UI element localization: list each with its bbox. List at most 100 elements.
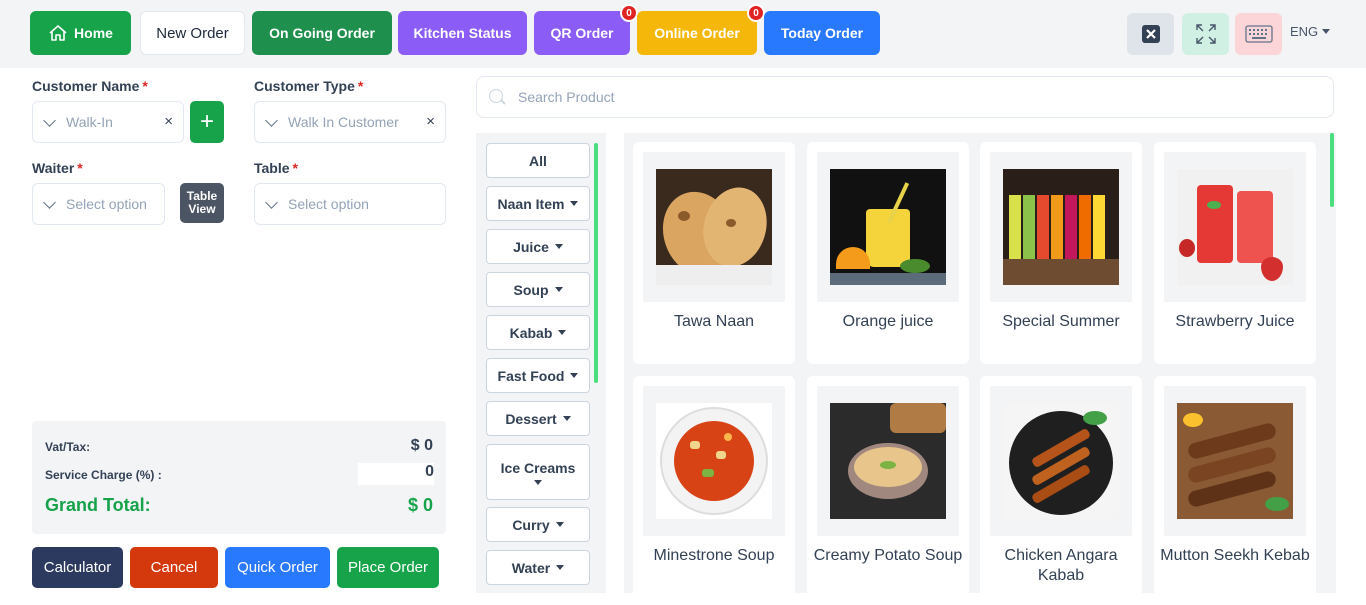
table-placeholder: Select option bbox=[288, 196, 369, 212]
qr-order-count-badge: 0 bbox=[620, 4, 638, 22]
today-order-label: Today Order bbox=[780, 25, 864, 41]
product-card-tawa-naan[interactable]: Tawa Naan bbox=[633, 142, 795, 364]
category-ice-creams[interactable]: Ice Creams bbox=[486, 444, 590, 500]
category-label: Dessert bbox=[505, 410, 557, 427]
grand-total-value: $ 0 bbox=[407, 495, 433, 515]
waiter-label: Waiter * bbox=[32, 160, 83, 176]
fullscreen-icon bbox=[1195, 24, 1216, 44]
chevron-down-icon bbox=[43, 113, 56, 127]
close-screen-button[interactable] bbox=[1127, 13, 1174, 55]
chevron-down-icon bbox=[558, 330, 567, 335]
close-icon bbox=[1141, 25, 1160, 43]
today-order-button[interactable]: Today Order bbox=[764, 11, 880, 55]
product-name: Chicken Angara Kabab bbox=[1004, 547, 1118, 584]
category-fast-food[interactable]: Fast Food bbox=[486, 358, 590, 393]
waiter-select[interactable]: Select option bbox=[32, 183, 165, 225]
table-view-label: Table View bbox=[187, 190, 217, 216]
clear-customer-type-icon[interactable]: × bbox=[426, 113, 435, 130]
service-charge-input[interactable]: 0 bbox=[358, 463, 434, 485]
product-card-orange-juice[interactable]: Orange juice bbox=[807, 142, 969, 364]
customer-name-select[interactable]: Walk-In × bbox=[32, 101, 184, 143]
product-name: Minestrone Soup bbox=[653, 547, 775, 564]
product-name: Creamy Potato Soup bbox=[813, 547, 963, 564]
keyboard-icon bbox=[1244, 25, 1273, 43]
product-card-special-summer[interactable]: Special Summer bbox=[980, 142, 1142, 364]
kitchen-status-label: Kitchen Status bbox=[413, 25, 512, 41]
quick-order-button[interactable]: Quick Order bbox=[225, 547, 330, 588]
product-name: Mutton Seekh Kebab bbox=[1160, 547, 1310, 564]
new-order-label: New Order bbox=[156, 24, 229, 42]
chevron-down-icon bbox=[556, 565, 565, 570]
place-order-button[interactable]: Place Order bbox=[337, 547, 439, 588]
cancel-button[interactable]: Cancel bbox=[130, 547, 218, 588]
mutton-seekh-kebab-image bbox=[1177, 403, 1293, 519]
required-mark: * bbox=[77, 160, 83, 176]
minestrone-soup-image bbox=[656, 403, 772, 519]
required-mark: * bbox=[142, 78, 148, 94]
ongoing-order-label: On Going Order bbox=[269, 25, 375, 41]
tawa-naan-image bbox=[656, 169, 772, 285]
ongoing-order-button[interactable]: On Going Order bbox=[252, 11, 392, 55]
waiter-placeholder: Select option bbox=[66, 196, 147, 212]
home-button[interactable]: Home bbox=[30, 11, 131, 55]
category-label: Ice Creams bbox=[500, 459, 576, 476]
orange-juice-image bbox=[830, 169, 946, 285]
creamy-potato-soup-image bbox=[830, 403, 946, 519]
category-water[interactable]: Water bbox=[486, 550, 590, 585]
customer-type-select[interactable]: Walk In Customer × bbox=[254, 101, 446, 143]
table-view-line1: Table bbox=[186, 189, 218, 203]
table-label: Table * bbox=[254, 160, 298, 176]
language-label: ENG bbox=[1290, 24, 1319, 39]
keyboard-button[interactable] bbox=[1235, 13, 1282, 55]
add-customer-button[interactable]: + bbox=[190, 101, 224, 143]
table-view-button[interactable]: Table View bbox=[180, 183, 224, 223]
category-label: Soup bbox=[513, 281, 549, 298]
new-order-button[interactable]: New Order bbox=[140, 11, 245, 55]
chevron-down-icon bbox=[554, 287, 563, 292]
search-product-input[interactable]: Search Product bbox=[476, 76, 1334, 118]
required-mark: * bbox=[357, 78, 364, 94]
customer-name-label: Customer Name * bbox=[32, 78, 148, 94]
category-naan-item[interactable]: Naan Item bbox=[486, 186, 590, 221]
category-label: Naan Item bbox=[497, 195, 565, 212]
category-scrollbar[interactable] bbox=[594, 143, 598, 383]
table-view-line2: View bbox=[188, 202, 216, 216]
table-select[interactable]: Select option bbox=[254, 183, 446, 225]
customer-type-label: Customer Type * bbox=[254, 78, 363, 94]
calculator-button[interactable]: Calculator bbox=[32, 547, 123, 588]
qr-order-button[interactable]: QR Order 0 bbox=[534, 4, 638, 55]
category-dessert[interactable]: Dessert bbox=[486, 401, 590, 436]
category-label: Fast Food bbox=[497, 367, 565, 384]
plus-icon: + bbox=[199, 108, 214, 135]
home-icon bbox=[49, 25, 67, 41]
category-juice[interactable]: Juice bbox=[486, 229, 590, 264]
category-curry[interactable]: Curry bbox=[486, 507, 590, 542]
category-all[interactable]: All bbox=[486, 143, 590, 178]
special-summer-image bbox=[1003, 169, 1119, 285]
product-card-chicken-angara-kabab[interactable]: Chicken Angara Kabab bbox=[980, 376, 1142, 593]
chevron-down-icon bbox=[562, 416, 571, 421]
product-name: Special Summer bbox=[1002, 313, 1120, 330]
product-card-mutton-seekh-kebab[interactable]: Mutton Seekh Kebab bbox=[1154, 376, 1316, 593]
customer-name-value: Walk-In bbox=[66, 114, 113, 130]
product-name: Orange juice bbox=[842, 313, 934, 330]
category-kabab[interactable]: Kabab bbox=[486, 315, 590, 350]
fullscreen-button[interactable] bbox=[1182, 13, 1229, 55]
clear-customer-icon[interactable]: × bbox=[164, 113, 173, 130]
vat-value: $ 0 bbox=[410, 437, 433, 454]
product-scrollbar[interactable] bbox=[1330, 133, 1334, 207]
product-card-strawberry-juice[interactable]: Strawberry Juice bbox=[1154, 142, 1316, 364]
order-totals-panel: Vat/Tax: $ 0 Service Charge (%) : 0 Gran… bbox=[32, 421, 446, 534]
language-selector[interactable]: ENG bbox=[1290, 24, 1331, 39]
product-card-creamy-potato-soup[interactable]: Creamy Potato Soup bbox=[807, 376, 969, 593]
category-soup[interactable]: Soup bbox=[486, 272, 590, 307]
product-name: Tawa Naan bbox=[673, 313, 755, 330]
online-order-button[interactable]: Online Order 0 bbox=[637, 4, 765, 55]
kitchen-status-button[interactable]: Kitchen Status bbox=[398, 11, 527, 55]
vat-label: Vat/Tax: bbox=[45, 440, 91, 454]
product-card-minestrone-soup[interactable]: Minestrone Soup bbox=[633, 376, 795, 593]
service-charge-label: Service Charge (%) : bbox=[45, 468, 162, 482]
chevron-down-icon bbox=[43, 195, 56, 209]
table-label-text: Table bbox=[254, 160, 290, 176]
qr-order-label: QR Order bbox=[550, 25, 614, 41]
